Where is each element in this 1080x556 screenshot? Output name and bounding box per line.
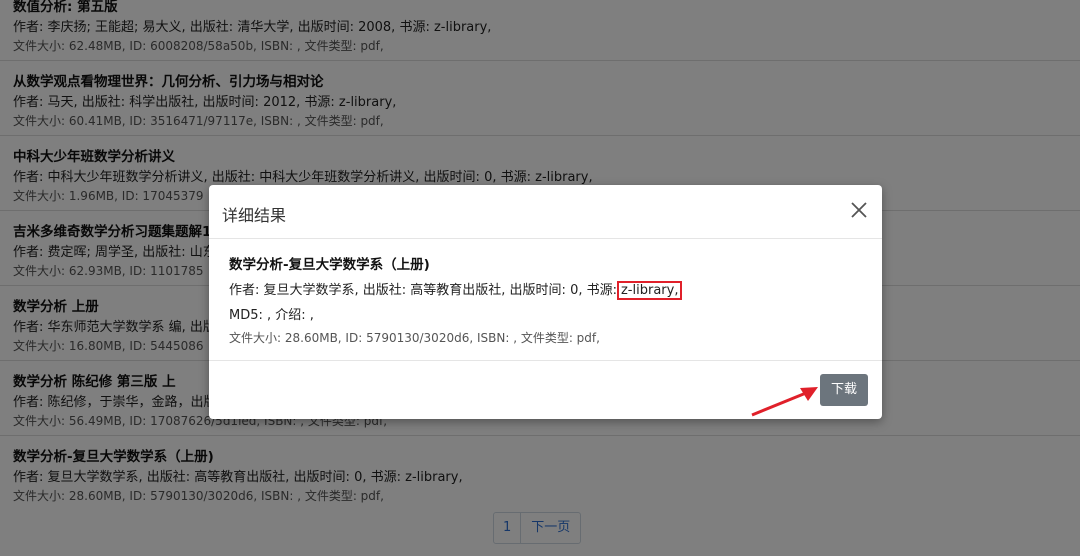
detail-authors-text: 作者: 复旦大学数学系, 出版社: 高等教育出版社, 出版时间: 0, 书源: (229, 283, 617, 298)
download-button[interactable]: 下载 (820, 374, 868, 406)
red-arrow-annotation (751, 387, 818, 417)
detail-extra: MD5: , 介绍: , (229, 308, 314, 323)
close-icon[interactable] (848, 199, 870, 221)
modal-header: 详细结果 (209, 185, 882, 239)
detail-book-title: 数学分析-复旦大学数学系（上册) (229, 257, 430, 273)
modal-body: 数学分析-复旦大学数学系（上册) 作者: 复旦大学数学系, 出版社: 高等教育出… (229, 253, 683, 346)
detail-meta: 文件大小: 28.60MB, ID: 5790130/3020d6, ISBN:… (229, 331, 600, 345)
highlighted-source: z-library, (616, 281, 683, 300)
modal-title: 详细结果 (222, 206, 287, 225)
detail-authors: 作者: 复旦大学数学系, 出版社: 高等教育出版社, 出版时间: 0, 书源: z… (229, 279, 683, 300)
